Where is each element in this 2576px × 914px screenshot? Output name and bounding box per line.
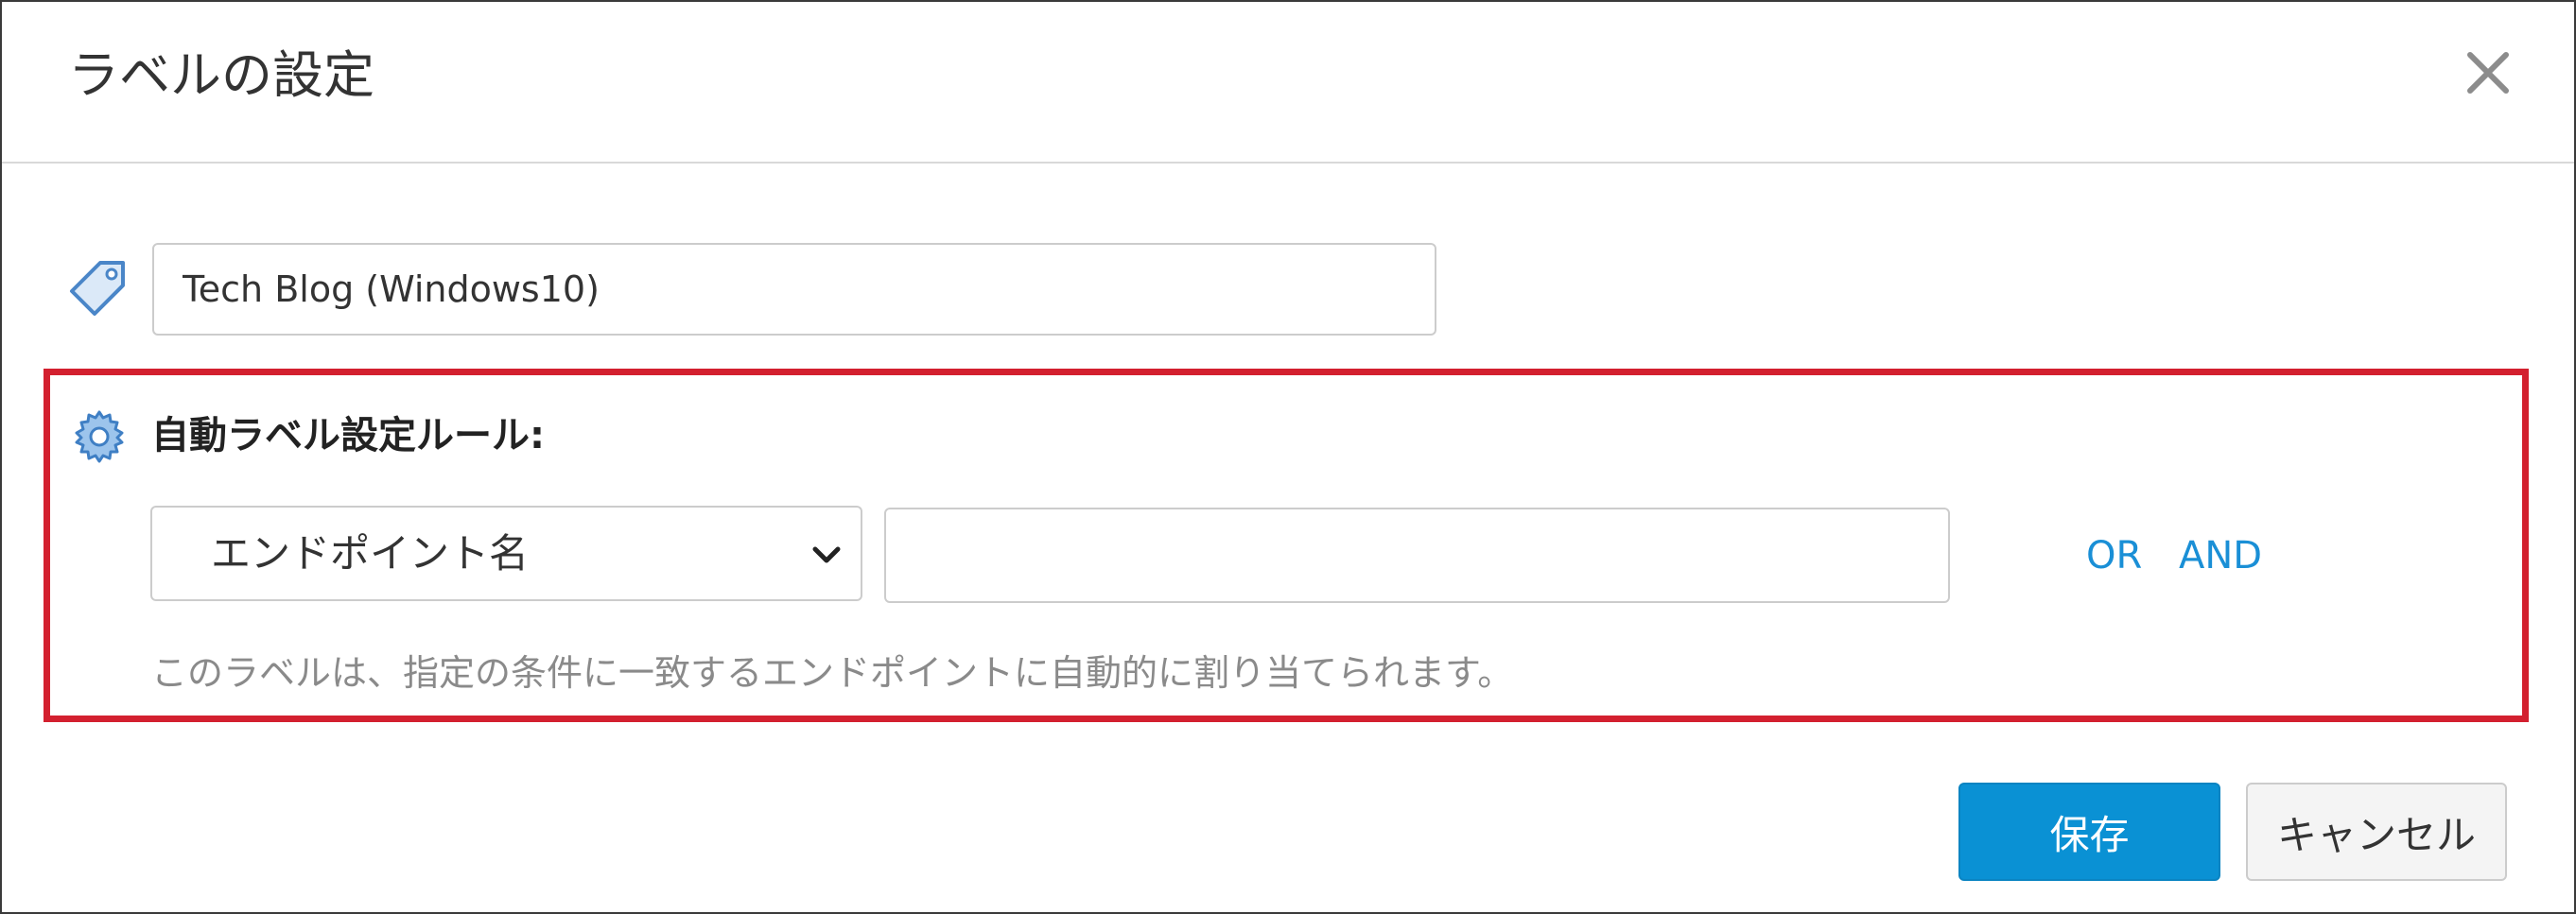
cancel-button[interactable]: キャンセル (2246, 783, 2507, 881)
and-link[interactable]: AND (2179, 529, 2262, 582)
rule-help-text: このラベルは、指定の条件に一致するエンドポイントに自動的に割り当てられます。 (151, 652, 1514, 694)
dialog-title: ラベルの設定 (68, 45, 374, 105)
dialog-header: ラベルの設定 (2, 2, 2574, 164)
save-button[interactable]: 保存 (1958, 783, 2220, 881)
close-icon (2467, 52, 2509, 94)
label-settings-dialog: ラベルの設定 自動ラベル設定ルール: エンドポイント名 OR (0, 0, 2576, 914)
auto-label-rule-title: 自動ラベル設定ルール: (151, 414, 545, 457)
chevron-down-icon (812, 546, 841, 563)
rule-field-select[interactable]: エンドポイント名 (150, 506, 862, 601)
rule-field-select-value: エンドポイント名 (211, 530, 530, 577)
gear-icon (72, 408, 127, 463)
rule-value-input[interactable] (884, 508, 1950, 603)
close-button[interactable] (2459, 43, 2517, 102)
tag-icon (68, 259, 127, 318)
or-link[interactable]: OR (2086, 529, 2142, 582)
label-name-input[interactable] (152, 243, 1436, 336)
